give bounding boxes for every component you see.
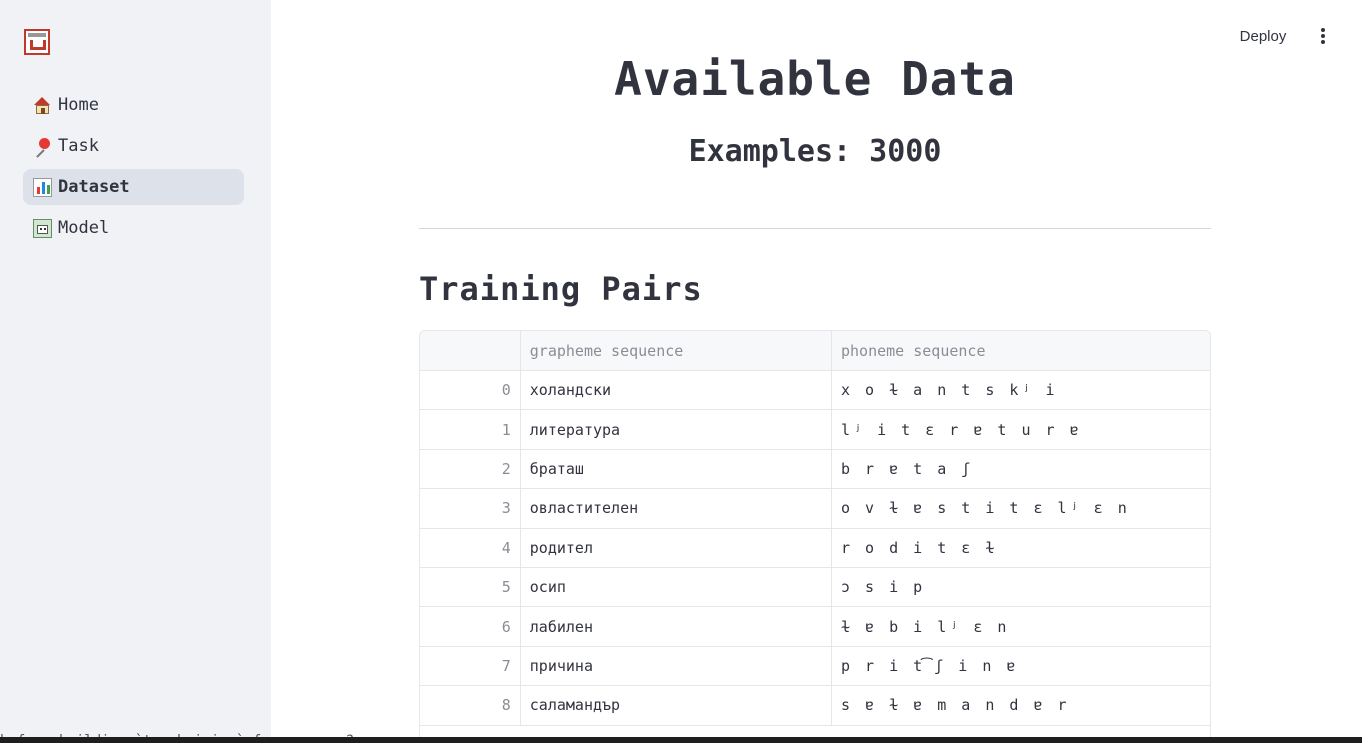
row-index: 4 bbox=[420, 528, 521, 567]
sidebar-item-task[interactable]: Task bbox=[23, 128, 244, 164]
model-icon bbox=[33, 218, 52, 238]
phoneme-cell[interactable]: b r ɐ t a ʃ bbox=[832, 450, 1210, 488]
grapheme-cell[interactable]: овластителен bbox=[521, 489, 832, 528]
table-row: 4 родител r o d i t ɛ ɫ bbox=[420, 528, 1210, 568]
table-row: 5 осип ɔ s i p bbox=[420, 567, 1210, 608]
section-title: Training Pairs bbox=[419, 270, 703, 308]
grapheme-cell[interactable]: литература bbox=[521, 410, 832, 449]
phoneme-cell[interactable]: ɔ s i p bbox=[832, 568, 1210, 606]
row-index: 3 bbox=[420, 489, 521, 528]
table-row: 2 браташ b r ɐ t a ʃ bbox=[420, 449, 1210, 490]
divider bbox=[419, 228, 1211, 229]
grapheme-cell[interactable]: родител bbox=[521, 528, 832, 567]
table-row: 8 саламандър s ɐ ɫ ɐ m a n d ɐ r bbox=[420, 686, 1210, 726]
row-index: 0 bbox=[420, 371, 521, 410]
sidebar: Home Task Dataset Model bbox=[0, 0, 271, 743]
grapheme-cell[interactable]: лабилен bbox=[521, 607, 832, 646]
page-title: Available Data bbox=[614, 52, 1016, 106]
row-index: 6 bbox=[420, 607, 521, 646]
table-row: 3 овластителен o v ɫ ɐ s t i t ɛ lʲ ɛ n bbox=[420, 489, 1210, 529]
deploy-button[interactable]: Deploy bbox=[1223, 23, 1303, 49]
column-header-grapheme[interactable]: grapheme sequence bbox=[521, 331, 832, 370]
logo-top-bar bbox=[28, 33, 46, 37]
bar-chart-icon bbox=[33, 177, 52, 197]
training-pairs-table[interactable]: grapheme sequence phoneme sequence 0 хол… bbox=[419, 330, 1211, 743]
phoneme-cell[interactable]: s ɐ ɫ ɐ m a n d ɐ r bbox=[832, 686, 1210, 724]
table-header-row: grapheme sequence phoneme sequence bbox=[420, 331, 1210, 371]
sidebar-item-label: Model bbox=[58, 218, 110, 238]
phoneme-cell[interactable]: lʲ i t ɛ r ɐ t u r ɐ bbox=[832, 410, 1210, 448]
row-index: 7 bbox=[420, 646, 521, 686]
sidebar-item-label: Dataset bbox=[58, 177, 130, 197]
table-row: 1 литература lʲ i t ɛ r ɐ t u r ɐ bbox=[420, 410, 1210, 450]
row-index: 2 bbox=[420, 449, 521, 489]
phoneme-cell[interactable]: x o ɫ a n t s kʲ i bbox=[832, 371, 1210, 409]
sidebar-item-label: Home bbox=[58, 95, 99, 115]
phoneme-cell[interactable]: p r i t͡ʃ i n ɐ bbox=[832, 647, 1210, 685]
column-header-index[interactable] bbox=[420, 331, 521, 370]
phoneme-cell[interactable]: ɫ ɐ b i lʲ ɛ n bbox=[832, 607, 1210, 645]
sidebar-item-home[interactable]: Home bbox=[23, 87, 244, 123]
home-icon bbox=[33, 96, 52, 115]
sidebar-item-dataset[interactable]: Dataset bbox=[23, 169, 244, 205]
sidebar-item-label: Task bbox=[58, 136, 99, 156]
grapheme-cell[interactable]: холандски bbox=[521, 371, 832, 410]
column-header-phoneme[interactable]: phoneme sequence bbox=[832, 331, 1210, 370]
examples-count: Examples: 3000 bbox=[688, 134, 942, 169]
grapheme-cell[interactable]: осип bbox=[521, 567, 832, 607]
sidebar-item-model[interactable]: Model bbox=[23, 210, 244, 246]
logo-body bbox=[30, 40, 46, 50]
pushpin-icon bbox=[33, 137, 52, 158]
sidebar-nav: Home Task Dataset Model bbox=[23, 87, 244, 251]
vertical-dots-icon[interactable] bbox=[1312, 23, 1334, 49]
row-index: 5 bbox=[420, 567, 521, 607]
row-index: 1 bbox=[420, 410, 521, 449]
table-row: 0 холандски x o ɫ a n t s kʲ i bbox=[420, 371, 1210, 411]
phoneme-cell[interactable]: o v ɫ ɐ s t i t ɛ lʲ ɛ n bbox=[832, 489, 1210, 527]
table-row: 7 причина p r i t͡ʃ i n ɐ bbox=[420, 646, 1210, 687]
table-row: 6 лабилен ɫ ɐ b i lʲ ɛ n bbox=[420, 607, 1210, 647]
row-index: 8 bbox=[420, 686, 521, 725]
app-logo-icon[interactable] bbox=[24, 29, 50, 55]
phoneme-cell[interactable]: r o d i t ɛ ɫ bbox=[832, 529, 1210, 567]
terminal-strip bbox=[0, 737, 1362, 743]
grapheme-cell[interactable]: причина bbox=[521, 646, 832, 686]
grapheme-cell[interactable]: саламандър bbox=[521, 686, 832, 725]
grapheme-cell[interactable]: браташ bbox=[521, 449, 832, 489]
